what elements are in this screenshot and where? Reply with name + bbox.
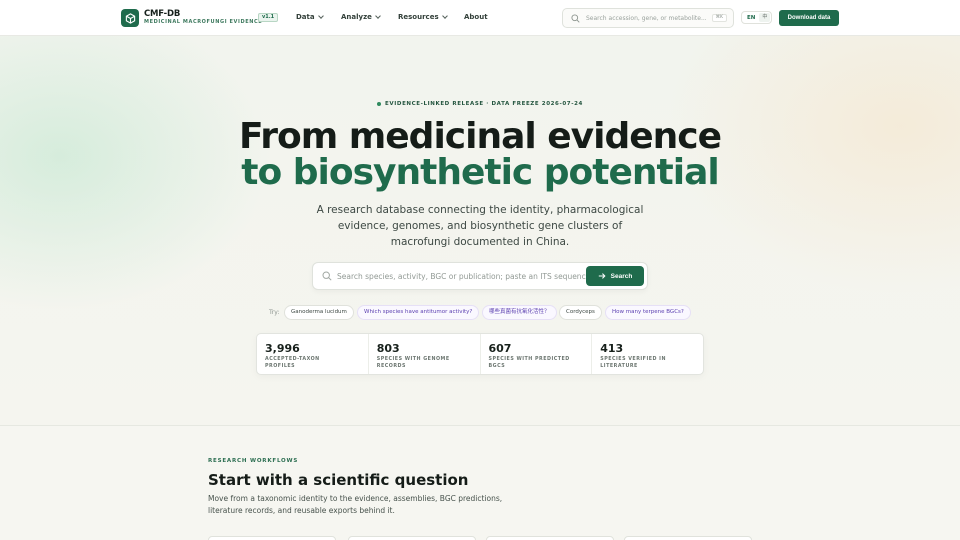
try-label: Try: [269, 309, 280, 316]
workflow-card[interactable] [208, 536, 336, 540]
hero-title-line2: to biosynthetic potential [241, 152, 719, 193]
stat-label: SPECIES VERIFIED IN LITERATURE [600, 357, 666, 369]
workflows-eyebrow: RESEARCH WORKFLOWS [208, 458, 299, 464]
stat-value: 803 [376, 342, 400, 355]
nav-analyze-label: Analyze [341, 13, 372, 21]
suggestion-chip[interactable]: Ganoderma lucidum [284, 305, 354, 320]
stat-label: ACCEPTED-TAXON PROFILES [265, 357, 320, 369]
release-eyebrow-text: EVIDENCE-LINKED RELEASE · DATA FREEZE 20… [385, 101, 583, 107]
stat-card[interactable]: 413 SPECIES VERIFIED IN LITERATURE [592, 334, 703, 374]
header-search-input[interactable]: Search accession, gene, or metabolite...… [562, 8, 734, 28]
nav-about-label: About [464, 13, 488, 21]
workflows-title: Start with a scientific question [208, 471, 469, 489]
nav-resources-label: Resources [398, 13, 439, 21]
stat-label: SPECIES WITH PREDICTED BGCS [488, 357, 570, 369]
suggestion-chip[interactable]: Cordyceps [559, 305, 602, 320]
nav-data-label: Data [296, 13, 315, 21]
hero-search-placeholder: Search species, activity, BGC or publica… [337, 272, 598, 281]
workflow-card[interactable] [624, 536, 752, 540]
stat-label: SPECIES WITH GENOME RECORDS [376, 357, 450, 369]
search-button[interactable]: Search [586, 266, 644, 286]
search-icon [571, 13, 580, 23]
stat-value: 3,996 [265, 342, 300, 355]
chevron-down-icon [375, 13, 381, 19]
download-data-button[interactable]: Download data [779, 10, 839, 26]
header-search-placeholder: Search accession, gene, or metabolite... [586, 14, 707, 22]
nav-data[interactable]: Data [296, 13, 324, 21]
release-eyebrow: EVIDENCE-LINKED RELEASE · DATA FREEZE 20… [0, 101, 960, 107]
arrow-right-icon [598, 273, 606, 279]
lang-en[interactable]: EN [747, 15, 755, 21]
stat-value: 607 [488, 342, 512, 355]
nav-resources[interactable]: Resources [398, 13, 448, 21]
search-icon [322, 271, 332, 281]
lang-zh[interactable]: 中 [759, 13, 771, 22]
nav-about[interactable]: About [464, 13, 488, 21]
suggestion-chip[interactable]: 哪些真菌有抗氧化活性？ [482, 305, 557, 320]
stats-panel: 3,996 ACCEPTED-TAXON PROFILES 803 SPECIE… [256, 333, 704, 375]
hero-description: A research database connecting the ident… [316, 204, 644, 248]
stat-card[interactable]: 3,996 ACCEPTED-TAXON PROFILES [257, 334, 369, 374]
keyboard-shortcut-badge: ⌘K [711, 14, 727, 22]
nav-analyze[interactable]: Analyze [341, 13, 381, 21]
workflow-card[interactable] [348, 536, 476, 540]
top-navigation-bar: CMF-DB MEDICINAL MACROFUNGI EVIDENCE v1.… [0, 0, 960, 36]
language-toggle[interactable]: EN 中 [741, 11, 772, 24]
hero-title-line1: From medicinal evidence [238, 116, 722, 157]
suggestion-chip[interactable]: How many terpene BGCs? [605, 305, 691, 320]
stat-value: 413 [600, 342, 624, 355]
logo-cube-icon[interactable] [121, 9, 139, 27]
logo-title[interactable]: CMF-DB [144, 9, 180, 19]
stat-card[interactable]: 803 SPECIES WITH GENOME RECORDS [369, 334, 481, 374]
chevron-down-icon [317, 13, 324, 19]
status-dot-icon [377, 101, 382, 106]
suggestion-chip[interactable]: Which species have antitumor activity? [357, 305, 480, 320]
logo-subtitle: MEDICINAL MACROFUNGI EVIDENCE [144, 19, 263, 25]
chevron-down-icon [441, 13, 448, 19]
search-button-label: Search [610, 272, 633, 280]
workflow-card[interactable] [486, 536, 614, 540]
workflows-description: Move from a taxonomic identity to the ev… [208, 494, 503, 515]
version-badge: v1.1 [258, 13, 279, 22]
stat-card[interactable]: 607 SPECIES WITH PREDICTED BGCS [481, 334, 593, 374]
